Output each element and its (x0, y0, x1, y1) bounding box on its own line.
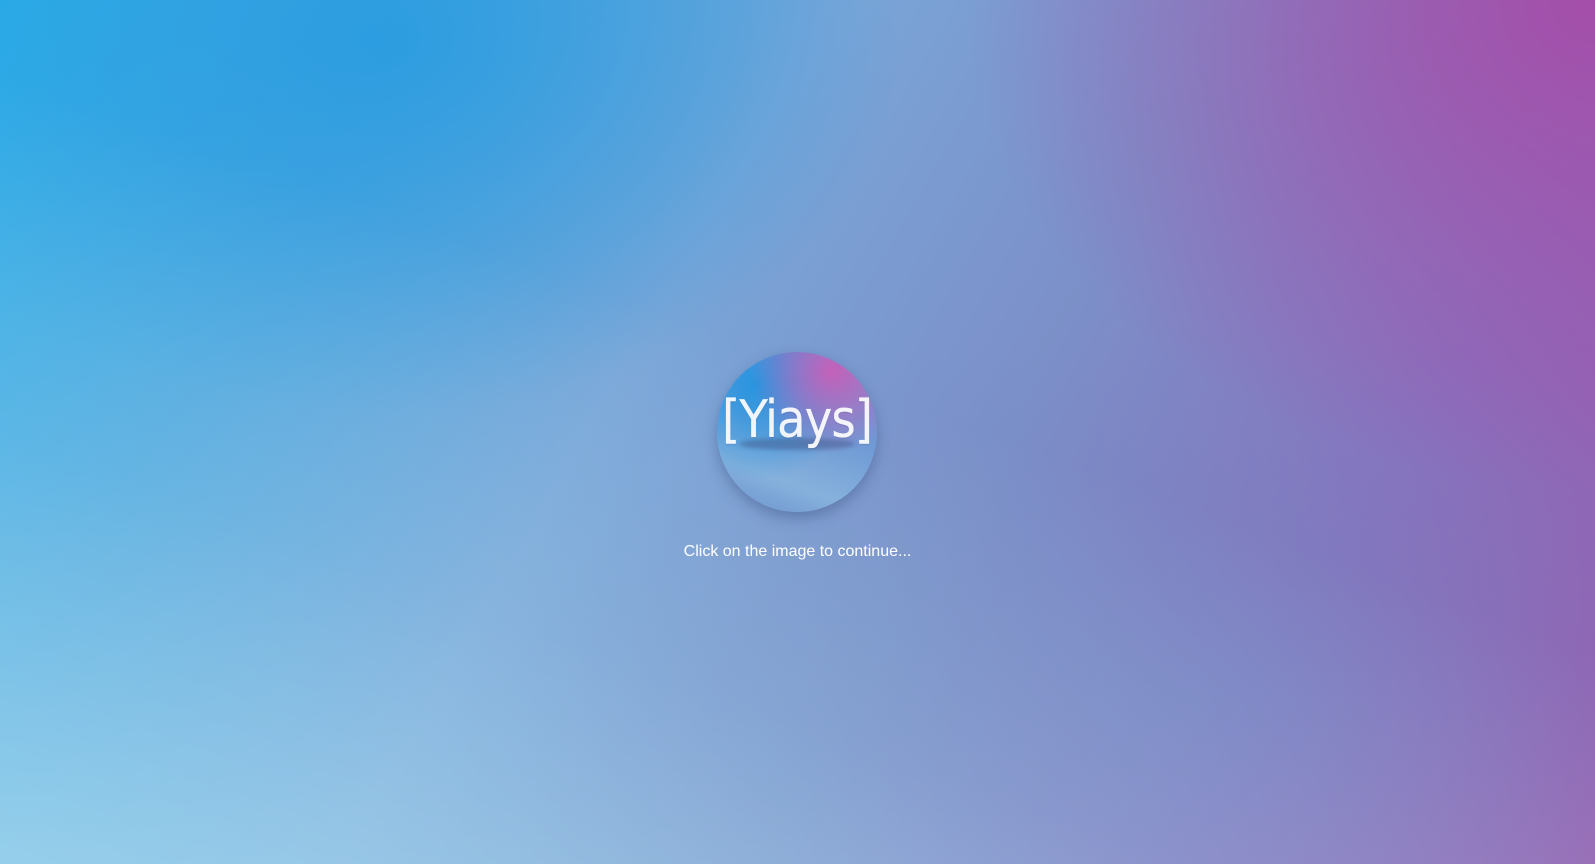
logo-image-button[interactable]: [Yiays] (717, 352, 877, 512)
splash-container: [Yiays] Click on the image to continue..… (0, 0, 1595, 864)
logo-text: [Yiays] (722, 390, 873, 450)
continue-hint: Click on the image to continue... (683, 543, 912, 560)
